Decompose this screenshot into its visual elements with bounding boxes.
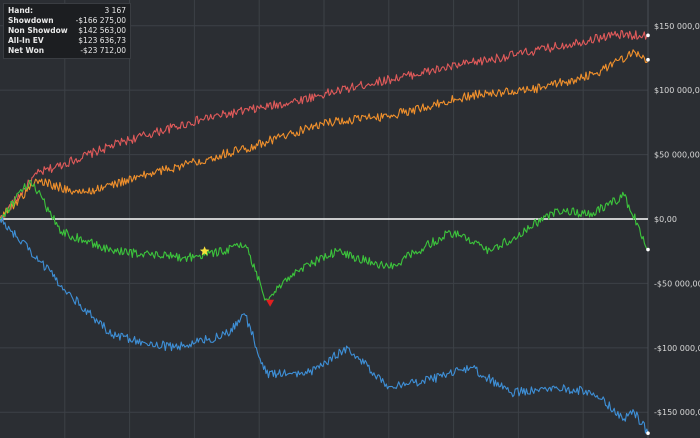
summary-row: Net Won -$23 712,00 [8,46,126,56]
summary-row: Non Showdow $142 563,00 [8,26,126,36]
series-endpoint [646,33,650,38]
summary-row: All-In EV $123 636,73 [8,36,126,46]
y-tick-label: -$150 000,00 [654,408,700,417]
y-tick-label: $0,00 [654,215,677,224]
series-endpoint [646,247,650,252]
summary-label: Hand: [8,6,34,15]
winnings-chart: $150 000,00 $100 000,00 $50 000,00 $0,00 -$5… [0,0,700,438]
summary-row: Showdown -$166 275,00 [8,16,126,26]
y-tick-label: -$100 000,00 [654,344,700,353]
summary-label: Non Showdow [8,26,68,35]
summary-label: Net Won [8,46,45,55]
y-tick-label: $50 000,00 [654,151,700,160]
summary-value: $142 563,00 [78,26,126,35]
summary-value: 3 167 [104,6,126,15]
plot-area: $150 000,00 $100 000,00 $50 000,00 $0,00 -$5… [0,0,700,438]
series-endpoint [646,431,650,436]
y-tick-label: $100 000,00 [654,86,700,95]
summary-label: Showdown [8,16,54,25]
summary-value: $123 636,73 [78,36,126,45]
summary-value: -$166 275,00 [75,16,126,25]
series-endpoint [646,57,650,62]
summary-row: Hand: 3 167 [8,6,126,16]
y-tick-label: $150 000,00 [654,22,700,31]
summary-label: All-In EV [8,36,44,45]
summary-box: Hand: 3 167 Showdown -$166 275,00 Non Showdo… [3,3,131,59]
summary-value: -$23 712,00 [80,46,126,55]
y-tick-label: -$50 000,00 [654,279,700,288]
